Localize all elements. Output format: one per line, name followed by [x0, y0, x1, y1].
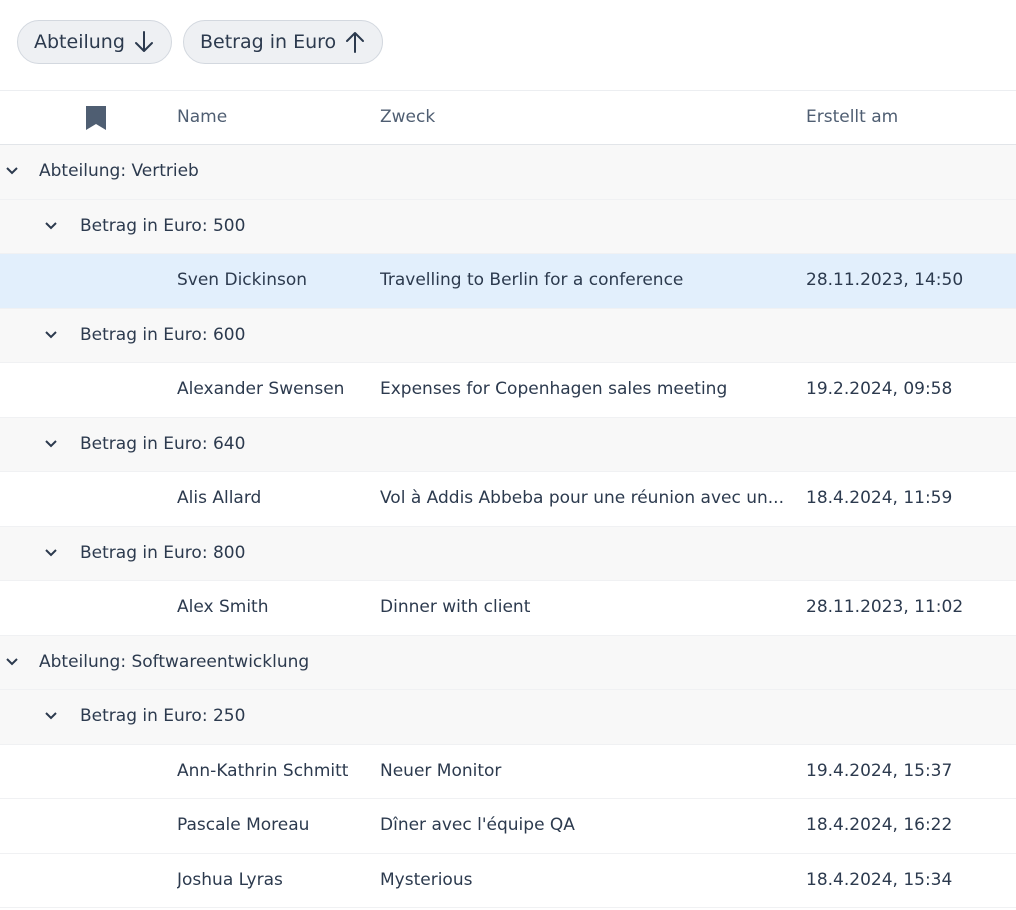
- cell-purpose: Neuer Monitor: [380, 760, 502, 781]
- table-row[interactable]: Alex Smith Dinner with client 28.11.2023…: [0, 581, 1016, 636]
- column-header-name[interactable]: Name: [177, 107, 227, 127]
- group-label: Betrag in Euro: 500: [80, 215, 246, 236]
- table-row[interactable]: Alis Allard Vol à Addis Abbeba pour une …: [0, 472, 1016, 527]
- group-label: Abteilung: Vertrieb: [39, 161, 199, 181]
- cell-name: Pascale Moreau: [177, 815, 310, 835]
- group-row-amount[interactable]: Betrag in Euro: 250: [0, 690, 1016, 745]
- cell-purpose: Dinner with client: [380, 597, 531, 617]
- chevron-down-icon[interactable]: [44, 437, 58, 451]
- group-row-department[interactable]: Abteilung: Vertrieb: [0, 145, 1016, 200]
- group-label: Betrag in Euro: 800: [80, 542, 246, 563]
- cell-name: Alis Allard: [177, 488, 262, 508]
- group-label: Betrag in Euro: 250: [80, 706, 246, 726]
- cell-created: 19.4.2024, 15:37: [806, 760, 953, 781]
- table-row[interactable]: Ann-Kathrin Schmitt Neuer Monitor 19.4.2…: [0, 744, 1016, 799]
- cell-name: Joshua Lyras: [177, 869, 283, 890]
- table-row[interactable]: Sven Dickinson Travelling to Berlin for …: [0, 254, 1016, 309]
- table-row[interactable]: Pascale Moreau Dîner avec l'équipe QA 18…: [0, 799, 1016, 854]
- cell-created: 28.11.2023, 14:50: [806, 270, 964, 290]
- chevron-down-icon[interactable]: [44, 328, 58, 342]
- group-label: Betrag in Euro: 600: [80, 324, 246, 345]
- group-label: Abteilung: Softwareentwicklung: [39, 651, 310, 672]
- sort-toolbar: Abteilung Betrag in Euro: [0, 0, 1016, 90]
- sort-chip-label: Abteilung: [34, 31, 125, 53]
- cell-purpose: Vol à Addis Abbeba pour une réunion avec…: [380, 488, 784, 508]
- cell-created: 19.2.2024, 09:58: [806, 379, 953, 399]
- table-body: Abteilung: Vertrieb Betrag in Euro: 500 …: [0, 145, 1016, 908]
- arrow-down-icon: [134, 31, 153, 52]
- cell-created: 18.4.2024, 16:22: [806, 815, 953, 835]
- sort-chip-label: Betrag in Euro: [200, 31, 337, 53]
- group-label: Betrag in Euro: 640: [80, 433, 246, 454]
- chevron-down-icon[interactable]: [44, 219, 58, 233]
- group-row-amount[interactable]: Betrag in Euro: 800: [0, 526, 1016, 581]
- cell-purpose: Expenses for Copenhagen sales meeting: [380, 379, 728, 399]
- arrow-up-icon: [346, 32, 365, 53]
- cell-name: Ann-Kathrin Schmitt: [177, 760, 349, 781]
- cell-purpose: Travelling to Berlin for a conference: [380, 270, 684, 290]
- group-row-department[interactable]: Abteilung: Softwareentwicklung: [0, 635, 1016, 690]
- chevron-down-icon[interactable]: [44, 546, 58, 560]
- chevron-down-icon[interactable]: [44, 709, 58, 723]
- cell-created: 28.11.2023, 11:02: [806, 597, 964, 617]
- column-header-created[interactable]: Erstellt am: [806, 107, 898, 127]
- group-row-amount[interactable]: Betrag in Euro: 600: [0, 308, 1016, 363]
- cell-created: 18.4.2024, 15:34: [806, 869, 953, 890]
- cell-purpose: Mysterious: [380, 869, 473, 890]
- sort-chip-amount[interactable]: Betrag in Euro: [183, 20, 383, 64]
- bookmark-icon[interactable]: [85, 105, 107, 131]
- table-header: Name Zweck Erstellt am: [0, 90, 1016, 145]
- column-header-purpose[interactable]: Zweck: [380, 107, 435, 127]
- sort-chip-department[interactable]: Abteilung: [17, 20, 172, 64]
- cell-name: Sven Dickinson: [177, 270, 308, 290]
- cell-name: Alex Smith: [177, 597, 269, 617]
- table-row[interactable]: Alexander Swensen Expenses for Copenhage…: [0, 363, 1016, 418]
- cell-name: Alexander Swensen: [177, 379, 345, 399]
- group-row-amount[interactable]: Betrag in Euro: 640: [0, 417, 1016, 472]
- chevron-down-icon[interactable]: [5, 164, 19, 178]
- group-row-amount[interactable]: Betrag in Euro: 500: [0, 199, 1016, 254]
- chevron-down-icon[interactable]: [5, 655, 19, 669]
- table-row[interactable]: Joshua Lyras Mysterious 18.4.2024, 15:34: [0, 853, 1016, 908]
- cell-created: 18.4.2024, 11:59: [806, 488, 953, 508]
- cell-purpose: Dîner avec l'équipe QA: [380, 815, 575, 835]
